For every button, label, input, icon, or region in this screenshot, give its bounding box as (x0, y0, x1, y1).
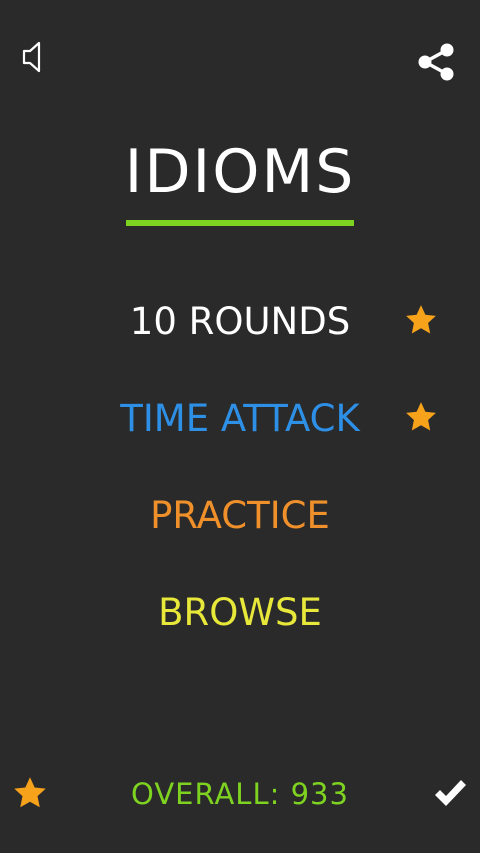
title-underline (126, 220, 354, 226)
overall-score: OVERALL: 933 (131, 777, 349, 811)
star-icon (406, 305, 436, 334)
menu-item-browse[interactable]: BROWSE (0, 588, 480, 638)
menu-item-practice[interactable]: PRACTICE (0, 491, 480, 541)
page-title: IDIOMS (124, 137, 356, 207)
main-menu-screen: IDIOMS 10 ROUNDS TIME ATTACK PRACTICE BR… (0, 0, 480, 853)
speaker-icon[interactable] (20, 40, 46, 74)
star-icon (406, 402, 436, 431)
checkmark-icon[interactable] (432, 776, 468, 810)
share-icon[interactable] (416, 42, 456, 82)
